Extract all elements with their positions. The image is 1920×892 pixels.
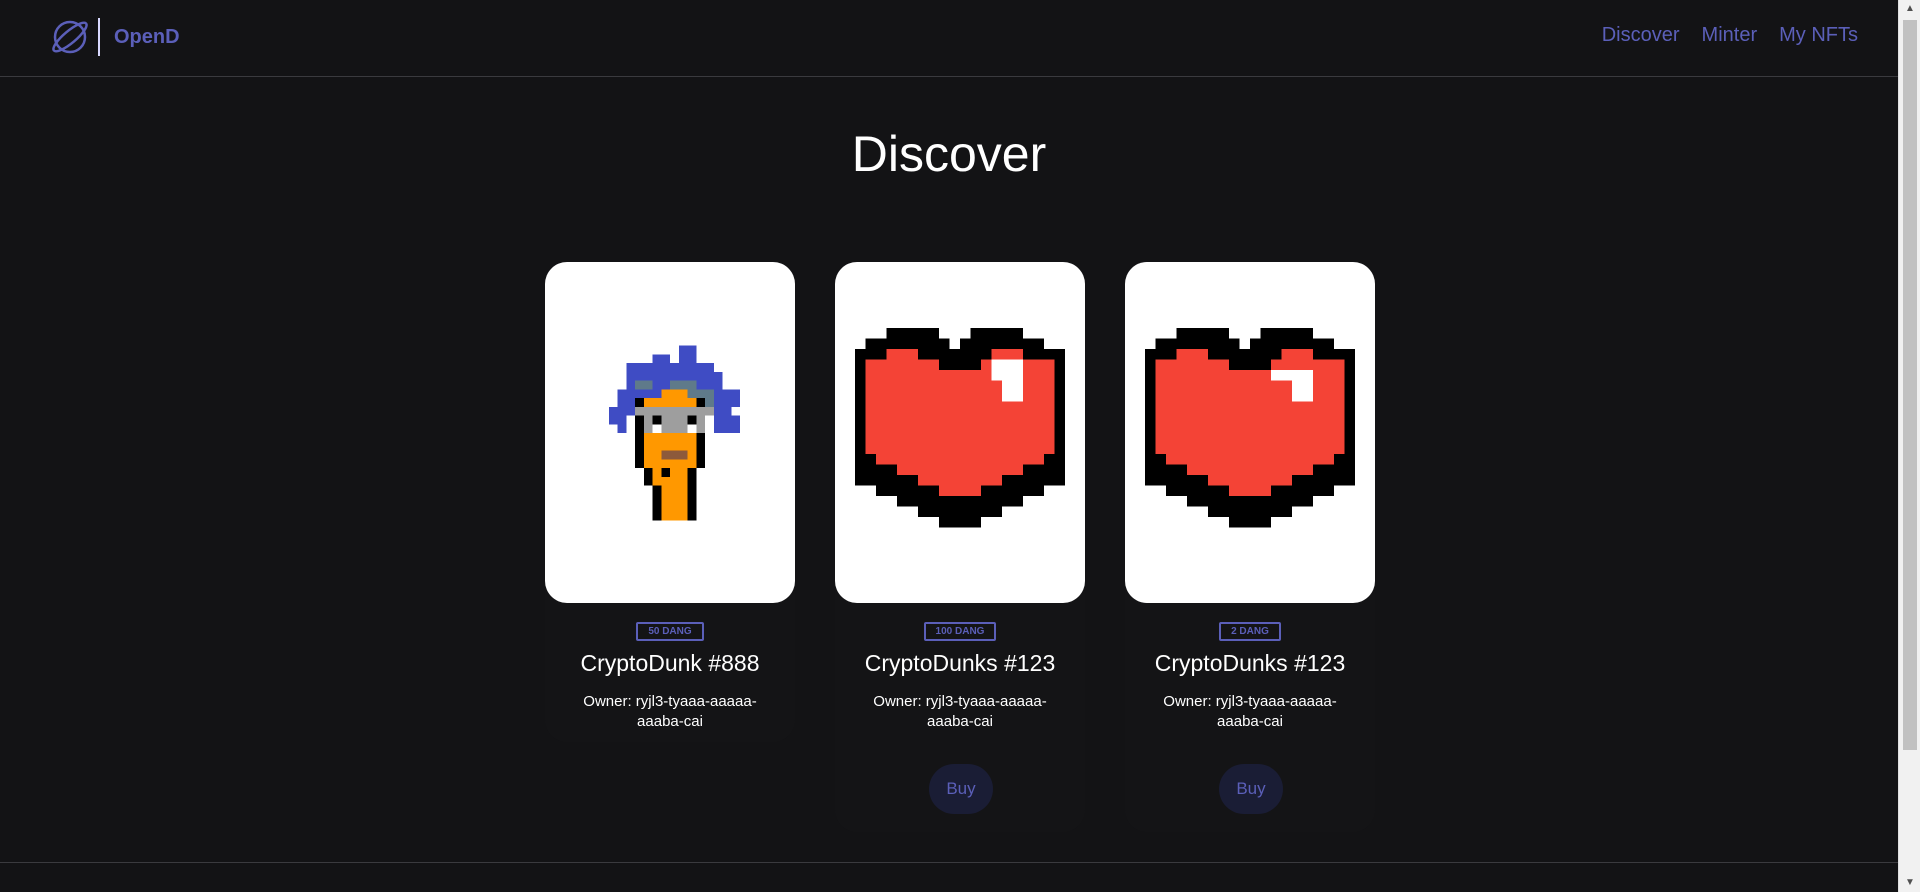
nft-card[interactable]: 100 DANG CryptoDunks #123 Owner: ryjl3-t… bbox=[835, 262, 1085, 832]
nft-name: CryptoDunks #123 bbox=[864, 650, 1056, 676]
buy-button[interactable]: Buy bbox=[929, 764, 993, 814]
nft-card[interactable]: 50 DANG CryptoDunk #888 Owner: ryjl3-tya… bbox=[545, 262, 795, 742]
nav-link-discover[interactable]: Discover bbox=[1602, 24, 1680, 47]
nft-image bbox=[1125, 262, 1375, 603]
nft-name: CryptoDunk #888 bbox=[580, 650, 760, 676]
buy-button[interactable]: Buy bbox=[1219, 764, 1283, 814]
scroll-down-arrow-icon[interactable]: ▼ bbox=[1899, 874, 1920, 892]
nft-owner: Owner: ryjl3-tyaaa-aaaaa-aaaba-cai bbox=[873, 693, 1047, 730]
brand-name[interactable]: OpenD bbox=[114, 26, 180, 49]
price-badge: 50 DANG bbox=[636, 622, 704, 641]
pixel-heart-icon bbox=[855, 327, 1065, 527]
main-nav: Discover Minter My NFTs bbox=[1602, 24, 1858, 47]
nav-link-my-nfts[interactable]: My NFTs bbox=[1779, 24, 1858, 47]
nft-name: CryptoDunks #123 bbox=[1154, 650, 1346, 676]
cryptopunk-pixel-art-icon bbox=[608, 345, 740, 520]
scrollbar-thumb[interactable] bbox=[1903, 20, 1917, 750]
price-badge: 2 DANG bbox=[1219, 622, 1281, 641]
nft-gallery: 50 DANG CryptoDunk #888 Owner: ryjl3-tya… bbox=[545, 262, 1375, 832]
top-navbar: OpenD Discover Minter My NFTs bbox=[0, 0, 1898, 77]
nft-owner: Owner: ryjl3-tyaaa-aaaaa-aaaba-cai bbox=[1163, 693, 1337, 730]
brand-divider bbox=[98, 18, 100, 56]
price-badge: 100 DANG bbox=[923, 622, 997, 641]
page-title: Discover bbox=[851, 126, 1047, 182]
footer-divider bbox=[0, 862, 1898, 863]
brand-logo[interactable]: OpenD bbox=[48, 16, 180, 58]
nav-link-minter[interactable]: Minter bbox=[1702, 24, 1758, 47]
nft-owner: Owner: ryjl3-tyaaa-aaaaa-aaaba-cai bbox=[583, 693, 757, 730]
pixel-heart-icon bbox=[1145, 327, 1355, 527]
nft-card[interactable]: 2 DANG CryptoDunks #123 Owner: ryjl3-tya… bbox=[1125, 262, 1375, 832]
nft-image bbox=[835, 262, 1085, 603]
planet-logo-icon bbox=[52, 20, 88, 54]
scroll-up-arrow-icon[interactable]: ▲ bbox=[1899, 0, 1920, 18]
nft-image bbox=[545, 262, 795, 603]
vertical-scrollbar[interactable]: ▲ ▼ bbox=[1898, 0, 1920, 892]
